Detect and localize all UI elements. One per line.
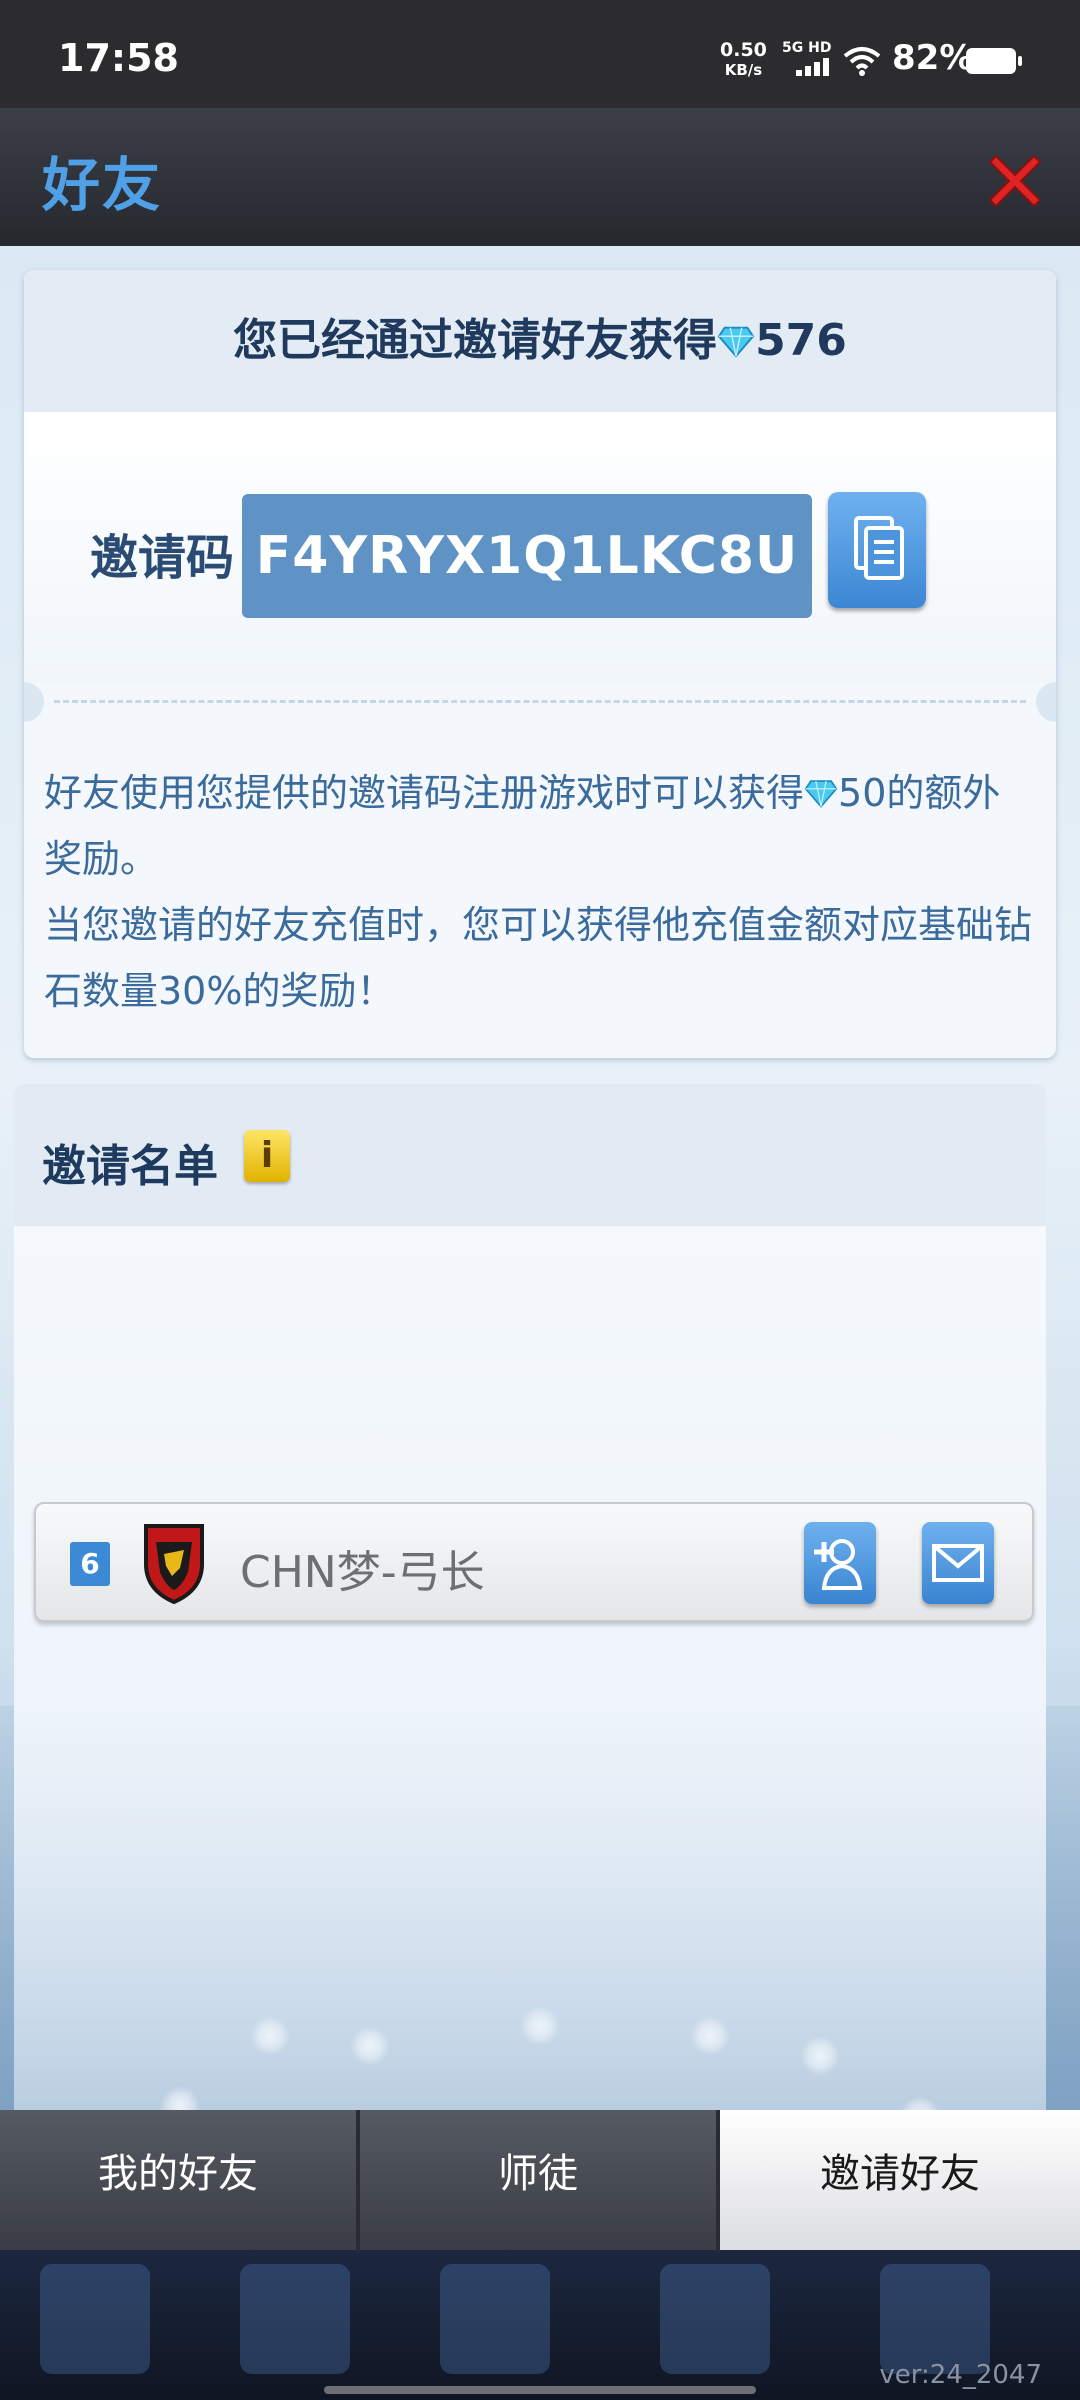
add-friend-icon <box>814 1539 863 1590</box>
menu-shortcut-icon <box>440 2264 550 2374</box>
close-icon[interactable] <box>982 148 1048 214</box>
friend-name: CHN梦-弓长 <box>240 1547 485 1598</box>
invite-code-card: 您已经通过邀请好友获得 576 邀请码 F4YRYX1Q1LKC8U 好友使用您提… <box>24 270 1056 1058</box>
team-logo-icon <box>144 1524 204 1604</box>
home-indicator[interactable] <box>324 2386 756 2394</box>
invite-list-panel: 邀请名单 i 6 CHN梦-弓长 <box>14 1084 1046 2110</box>
card-notch-left <box>24 682 44 722</box>
page-title: 好友 <box>42 151 163 219</box>
invite-list-title: 邀请名单 <box>42 1141 218 1192</box>
tab-mentorship[interactable]: 师徒 <box>360 2110 720 2250</box>
menu-shortcut-icon <box>240 2264 350 2374</box>
mail-icon <box>932 1544 984 1582</box>
window-header: 好友 <box>0 108 1080 246</box>
diamond-icon <box>717 326 755 358</box>
add-friend-button[interactable] <box>804 1522 876 1604</box>
copy-code-button[interactable] <box>828 492 926 608</box>
menu-shortcut-icon <box>40 2264 150 2374</box>
version-label: ver:24_2047 <box>879 2360 1042 2390</box>
main-content: 您已经通过邀请好友获得 576 邀请码 F4YRYX1Q1LKC8U 好友使用您提… <box>0 246 1080 2110</box>
signal-icon <box>796 58 832 76</box>
battery-icon <box>966 48 1022 74</box>
wifi-icon <box>843 47 881 76</box>
card-divider <box>54 700 1026 703</box>
clock: 17:58 <box>58 36 179 80</box>
invite-code-label: 邀请码 <box>90 530 235 586</box>
tab-invite-friends[interactable]: 邀请好友 <box>720 2110 1080 2250</box>
battery-level: 82% <box>892 38 974 78</box>
card-notch-right <box>1036 682 1056 722</box>
earned-amount: 576 <box>755 315 847 366</box>
menu-shortcut-icon <box>880 2264 990 2374</box>
diamond-icon <box>804 780 838 808</box>
network-type: 5G HD <box>782 40 832 56</box>
net-speed: 0.50 KB/s <box>720 39 767 79</box>
copy-icon <box>854 516 904 580</box>
status-bar: 17:58 0.50 KB/s 5G HD 82% <box>0 0 1080 108</box>
game-menu-strip: ver:24_2047 <box>0 2250 1080 2400</box>
earned-summary: 您已经通过邀请好友获得 576 <box>24 270 1056 412</box>
invite-code-value[interactable]: F4YRYX1Q1LKC8U <box>242 494 812 618</box>
info-icon[interactable]: i <box>244 1130 290 1182</box>
send-message-button[interactable] <box>922 1522 994 1604</box>
invite-list-header: 邀请名单 i <box>14 1084 1046 1226</box>
bottom-tabs: 我的好友 师徒 邀请好友 <box>0 2110 1080 2250</box>
tab-my-friends[interactable]: 我的好友 <box>0 2110 360 2250</box>
list-item[interactable]: 6 CHN梦-弓长 <box>34 1502 1034 1622</box>
level-badge: 6 <box>70 1542 110 1586</box>
menu-shortcut-icon <box>660 2264 770 2374</box>
invite-code-row: 邀请码 F4YRYX1Q1LKC8U <box>24 412 1056 682</box>
invite-description: 好友使用您提供的邀请码注册游戏时可以获得 50的额外奖励。 当您邀请的好友充值时，… <box>44 771 1033 1013</box>
